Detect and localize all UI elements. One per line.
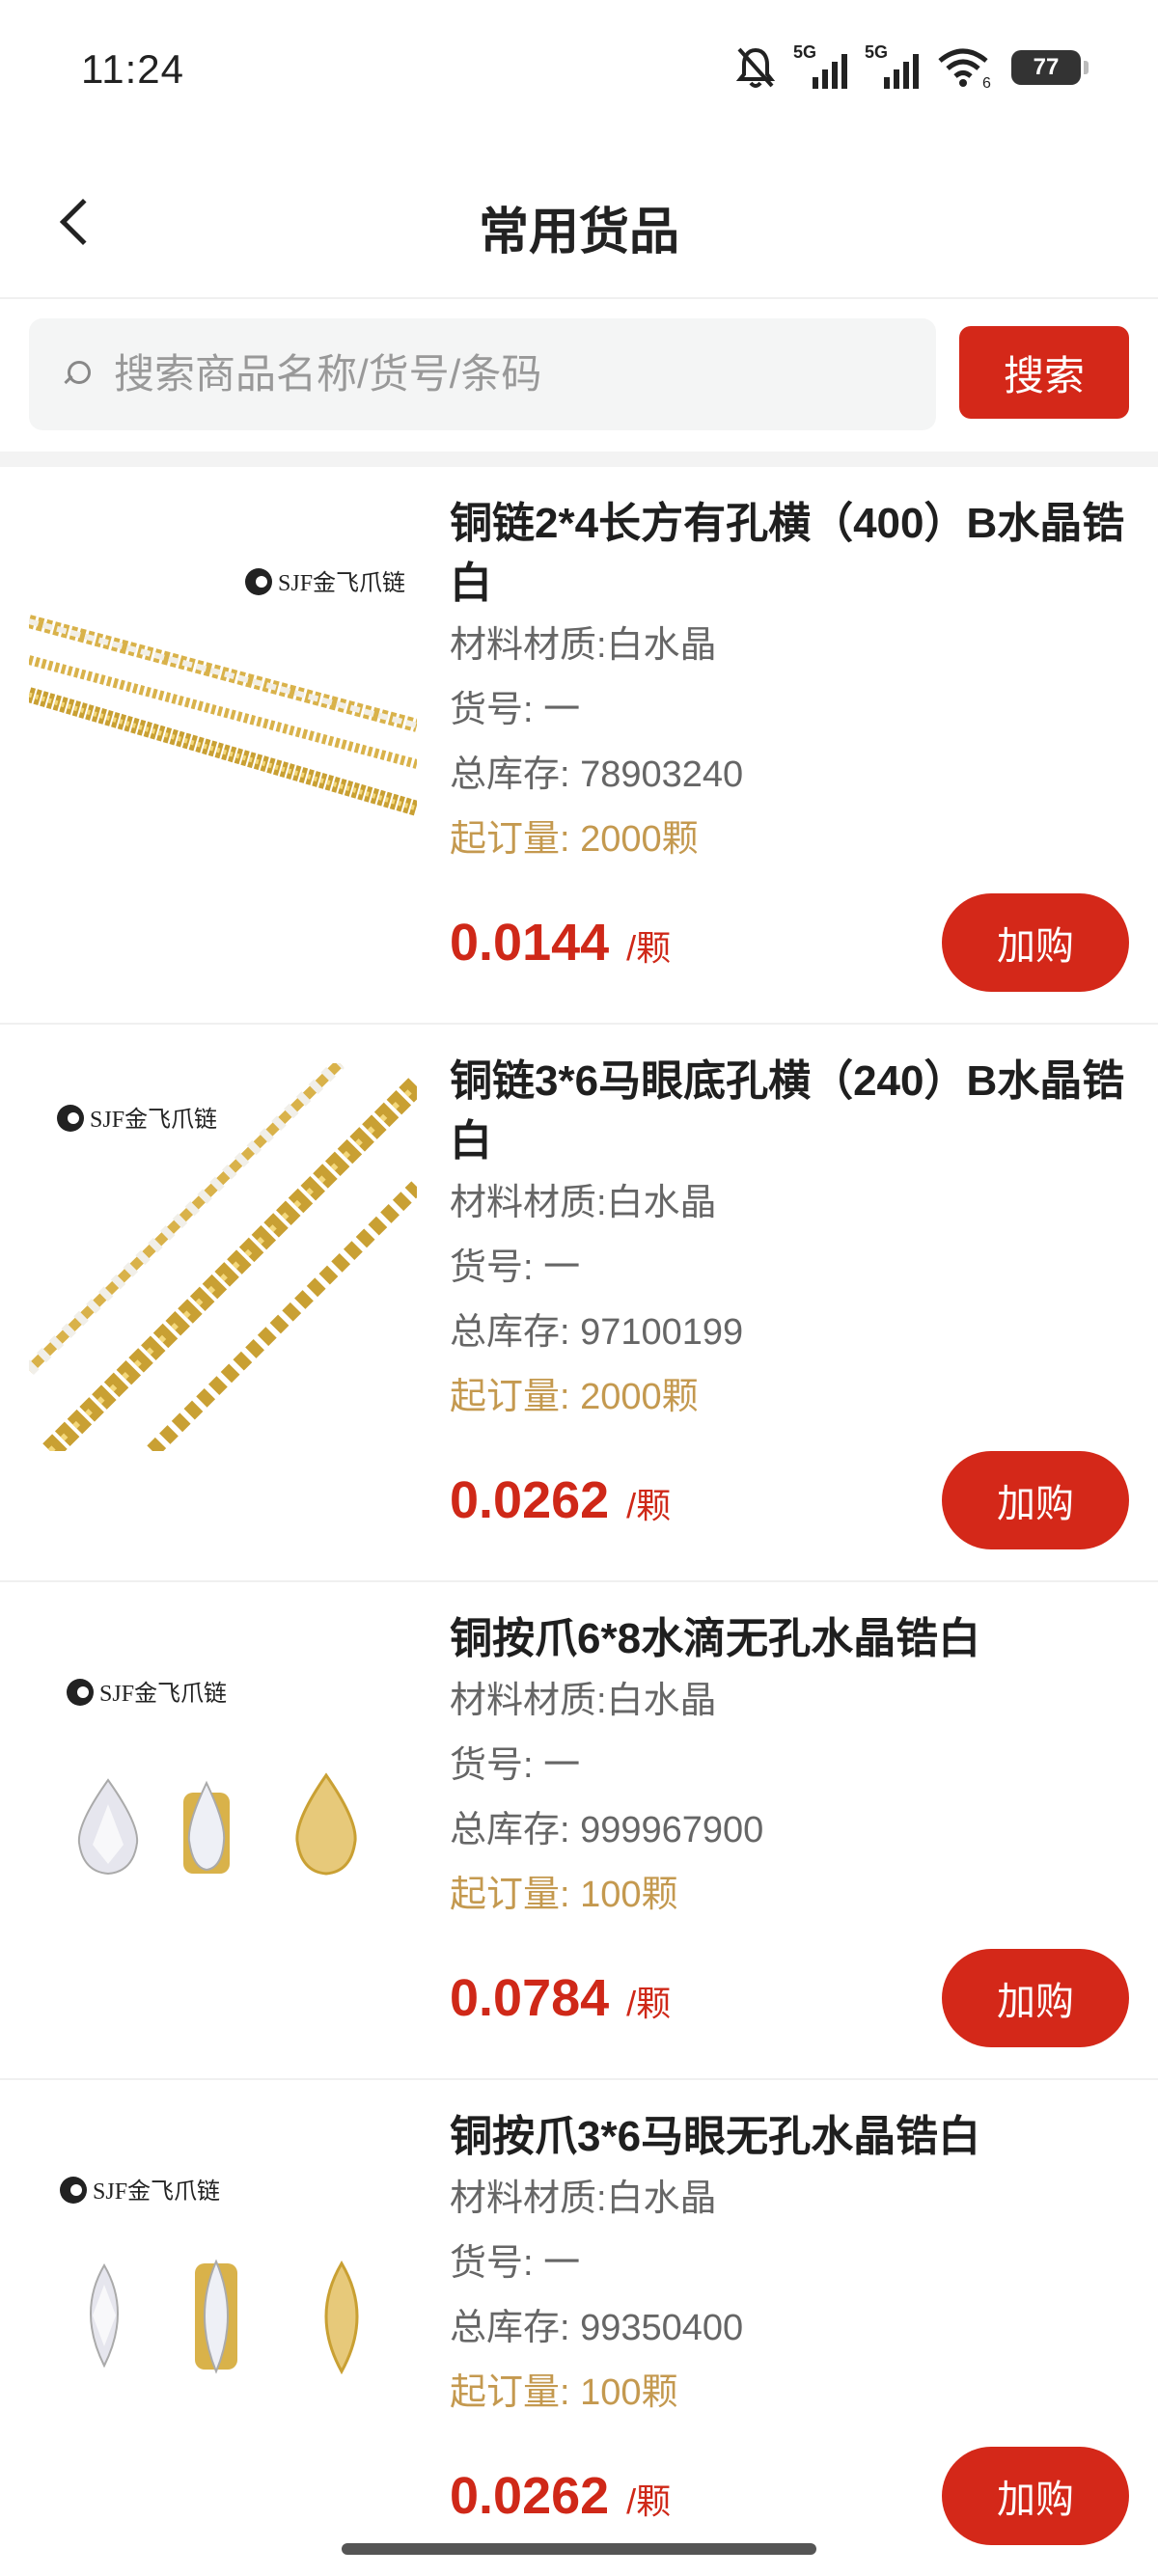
price-row: 0.0784 /颗 — [450, 1968, 671, 2028]
battery-level: 77 — [1033, 54, 1060, 80]
product-moq: 起订量: 100颗 — [450, 1875, 678, 1915]
search-bar: 搜索 — [0, 301, 1158, 452]
home-indicator[interactable] — [342, 2543, 816, 2555]
product-stock: 总库存: 78903240 — [450, 754, 744, 795]
product-info: 铜链3*6马眼底孔横（240）B水晶锆白 材料材质:白水晶 货号: 一 总库存:… — [450, 1052, 1135, 1430]
product-image[interactable]: SJF金飞爪链 — [29, 506, 417, 893]
setting-image: SJF金飞爪链 — [67, 1679, 357, 1876]
product-info: 铜链2*4长方有孔横（400）B水晶锆白 材料材质:白水晶 货号: 一 总库存:… — [450, 494, 1135, 872]
price-unit: /颗 — [626, 1984, 672, 2023]
product-stock: 总库存: 999967900 — [450, 1810, 764, 1850]
product-material: 材料材质:白水晶 — [450, 1183, 717, 1223]
product-material: 材料材质:白水晶 — [450, 625, 717, 666]
svg-text:SJF金飞爪链: SJF金飞爪链 — [90, 1107, 217, 1133]
battery-icon: 77 — [1011, 50, 1089, 85]
product-name: 铜按爪3*6马眼无孔水晶锆白 — [450, 2113, 981, 2160]
product-material: 材料材质:白水晶 — [450, 1681, 717, 1721]
product-price: 0.0144 — [450, 914, 610, 972]
product-moq: 起订量: 2000颗 — [450, 1377, 699, 1417]
product-sku: 货号: 一 — [450, 2243, 581, 2284]
product-image[interactable]: SJF金飞爪链 — [29, 2119, 417, 2507]
product-price: 0.0262 — [450, 2467, 610, 2525]
add-to-cart-button[interactable]: 加购 — [942, 2447, 1129, 2545]
add-to-cart-button[interactable]: 加购 — [942, 893, 1129, 992]
mute-bell-icon — [735, 47, 776, 88]
status-bar: 11:24 5G 5G 6 77 — [0, 0, 1158, 135]
app-header: 常用货品 — [0, 154, 1158, 299]
product-moq: 起订量: 2000颗 — [450, 819, 699, 860]
price-row: 0.0144 /颗 — [450, 913, 671, 973]
svg-text:SJF金飞爪链: SJF金飞爪链 — [93, 2179, 220, 2205]
product-sku: 货号: 一 — [450, 1745, 581, 1786]
product-card[interactable]: SJF金飞爪链 铜按爪6*8水滴无孔水晶锆白 材料材质:白水晶 货号: 一 总库… — [0, 1582, 1158, 2080]
product-card[interactable]: SJF金飞爪链 铜按爪3*6马眼无孔水晶锆白 材料材质:白水晶 货号: 一 总库… — [0, 2080, 1158, 2576]
product-name: 铜链3*6马眼底孔横（240）B水晶锆白 — [450, 1057, 1125, 1165]
status-time: 11:24 — [81, 46, 184, 92]
svg-text:6: 6 — [982, 75, 991, 90]
brand-logo: SJF金飞爪链 — [245, 568, 405, 596]
search-input[interactable] — [114, 351, 905, 397]
add-to-cart-button[interactable]: 加购 — [942, 1451, 1129, 1549]
search-button[interactable]: 搜索 — [959, 326, 1129, 419]
brand-logo: SJF金飞爪链 — [60, 2177, 220, 2205]
wifi-icon: 6 — [938, 48, 991, 90]
page-title: 常用货品 — [478, 205, 679, 260]
product-name: 铜链2*4长方有孔横（400）B水晶锆白 — [450, 500, 1125, 607]
search-icon — [62, 361, 91, 388]
product-image[interactable]: SJF金飞爪链 — [29, 1063, 417, 1451]
product-list: SJF金飞爪链 铜链2*4长方有孔横（400）B水晶锆白 材料材质:白水晶 货号… — [0, 467, 1158, 2576]
price-unit: /颗 — [626, 1486, 672, 1525]
product-price: 0.0262 — [450, 1471, 610, 1529]
setting-image: SJF金飞爪链 — [60, 2177, 359, 2375]
section-divider — [0, 452, 1158, 467]
signal-icon-sim2: 5G — [865, 42, 919, 89]
add-to-cart-button[interactable]: 加购 — [942, 1949, 1129, 2047]
product-sku: 货号: 一 — [450, 1247, 581, 1288]
price-row: 0.0262 /颗 — [450, 2466, 671, 2526]
product-stock: 总库存: 99350400 — [450, 2308, 744, 2348]
product-info: 铜按爪3*6马眼无孔水晶锆白 材料材质:白水晶 货号: 一 总库存: 99350… — [450, 2107, 1135, 2425]
product-image[interactable]: SJF金飞爪链 — [29, 1621, 417, 2009]
brand-logo: SJF金飞爪链 — [57, 1105, 217, 1133]
product-material: 材料材质:白水晶 — [450, 2179, 717, 2219]
brand-logo: SJF金飞爪链 — [67, 1679, 227, 1707]
product-info: 铜按爪6*8水滴无孔水晶锆白 材料材质:白水晶 货号: 一 总库存: 99996… — [450, 1609, 1135, 1928]
search-box[interactable] — [29, 318, 936, 430]
product-card[interactable]: SJF金飞爪链 铜链2*4长方有孔横（400）B水晶锆白 材料材质:白水晶 货号… — [0, 467, 1158, 1025]
product-sku: 货号: 一 — [450, 690, 581, 730]
product-moq: 起订量: 100颗 — [450, 2372, 678, 2413]
price-unit: /颗 — [626, 928, 672, 968]
status-icons: 5G 5G 6 77 — [735, 39, 1089, 96]
product-price: 0.0784 — [450, 1969, 610, 2027]
price-row: 0.0262 /颗 — [450, 1470, 671, 1530]
product-card[interactable]: SJF金飞爪链 铜链3*6马眼底孔横（240）B水晶锆白 材料材质:白水晶 货号… — [0, 1025, 1158, 1582]
price-unit: /颗 — [626, 2481, 672, 2521]
product-name: 铜按爪6*8水滴无孔水晶锆白 — [450, 1615, 981, 1662]
svg-text:SJF金飞爪链: SJF金飞爪链 — [99, 1681, 227, 1707]
chain-image: SJF金飞爪链 — [29, 568, 417, 816]
svg-text:SJF金飞爪链: SJF金飞爪链 — [278, 570, 405, 596]
product-stock: 总库存: 97100199 — [450, 1312, 744, 1353]
chain-image: SJF金飞爪链 — [29, 1063, 417, 1451]
signal-icon-sim1: 5G — [793, 42, 847, 89]
